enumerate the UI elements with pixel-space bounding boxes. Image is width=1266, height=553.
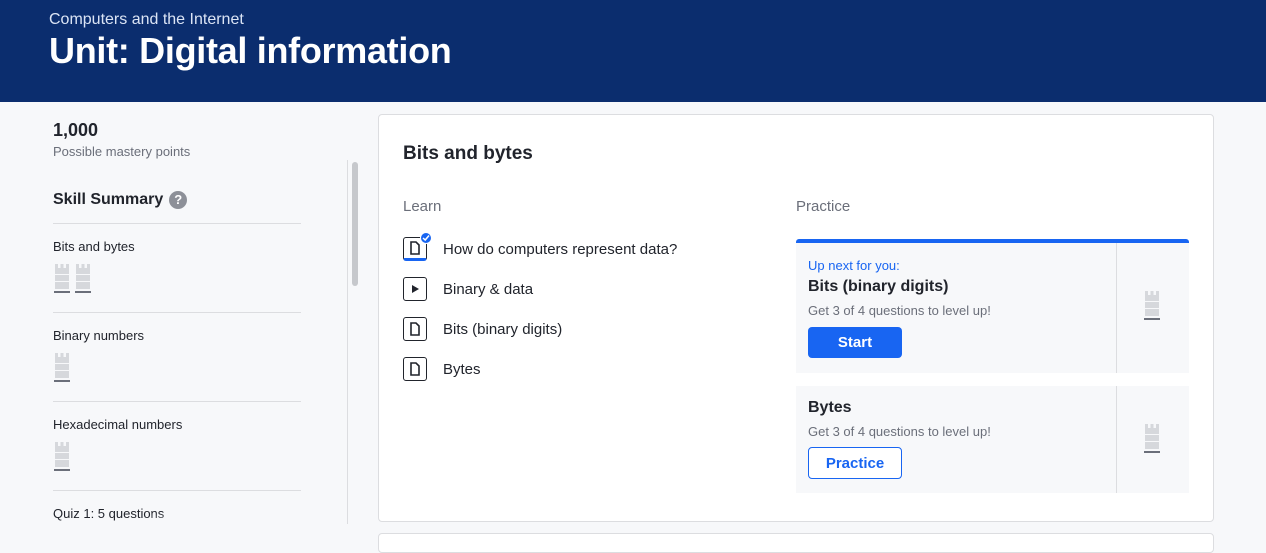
- article-icon: [403, 357, 427, 381]
- sidebar-scrollbar-thumb[interactable]: [352, 162, 358, 286]
- learn-column-label: Learn: [403, 198, 442, 215]
- skill-summary-heading: Skill Summary ?: [53, 191, 188, 209]
- mastery-points-label: Possible mastery points: [53, 144, 191, 159]
- skill-item-bits-and-bytes[interactable]: Bits and bytes: [53, 239, 135, 254]
- mastery-icons: [54, 351, 70, 383]
- mastery-tower-icon[interactable]: [54, 351, 70, 383]
- mastery-points-value: 1,000: [53, 120, 99, 140]
- learn-item-bytes[interactable]: Bytes: [403, 357, 481, 381]
- exercise-subtitle: Get 3 of 4 questions to level up!: [808, 424, 991, 439]
- mastery-icons: [54, 440, 70, 472]
- skill-item-hexadecimal-numbers[interactable]: Hexadecimal numbers: [53, 417, 182, 432]
- exercise-title[interactable]: Bytes: [808, 399, 852, 417]
- article-icon: [403, 232, 432, 261]
- up-next-label: Up next for you:: [808, 258, 900, 273]
- divider: [53, 490, 301, 491]
- mastery-tower-icon[interactable]: [1144, 422, 1160, 454]
- lesson-card: Bits and bytes Learn Practice How do com…: [378, 114, 1214, 522]
- skill-item-binary-numbers[interactable]: Binary numbers: [53, 328, 144, 343]
- sidebar: 1,000 Possible mastery points Skill Summ…: [0, 102, 370, 539]
- start-button[interactable]: Start: [808, 327, 902, 358]
- learn-item-label: How do computers represent data?: [443, 240, 678, 258]
- exercise-subtitle: Get 3 of 4 questions to level up!: [808, 303, 991, 318]
- practice-card-bytes: Bytes Get 3 of 4 questions to level up! …: [796, 386, 1189, 493]
- practice-button[interactable]: Practice: [808, 447, 902, 479]
- learn-item-bits[interactable]: Bits (binary digits): [403, 317, 562, 341]
- learn-item-label: Bits (binary digits): [443, 320, 563, 338]
- skill-item-quiz-1[interactable]: Quiz 1: 5 questions: [53, 506, 164, 521]
- video-play-icon: [403, 277, 427, 301]
- lesson-title: Bits and bytes: [403, 143, 533, 164]
- sidebar-scrollbar[interactable]: [347, 160, 361, 524]
- divider: [53, 223, 301, 224]
- learn-item-label: Bytes: [443, 360, 481, 378]
- mastery-tower-icon[interactable]: [1144, 289, 1160, 321]
- divider: [53, 312, 301, 313]
- practice-up-next-card: Up next for you: Bits (binary digits) Ge…: [796, 239, 1189, 373]
- article-icon: [403, 317, 427, 341]
- mastery-tower-icon[interactable]: [54, 440, 70, 472]
- divider: [1116, 386, 1117, 493]
- practice-column-label: Practice: [796, 198, 851, 215]
- next-lesson-card: [378, 533, 1214, 553]
- learn-item-label: Binary & data: [443, 280, 534, 298]
- page-title: Unit: Digital information: [49, 30, 452, 71]
- completed-check-icon: [420, 232, 432, 244]
- unit-header: Computers and the Internet Unit: Digital…: [0, 0, 1266, 102]
- mastery-tower-icon[interactable]: [54, 262, 70, 294]
- breadcrumb-course-link[interactable]: Computers and the Internet: [49, 11, 244, 29]
- divider: [53, 401, 301, 402]
- learn-item-binary-data[interactable]: Binary & data: [403, 277, 533, 301]
- mastery-icons: [54, 262, 91, 294]
- exercise-title[interactable]: Bits (binary digits): [808, 278, 948, 296]
- scroll-fade: [150, 512, 320, 539]
- mastery-tower-icon[interactable]: [75, 262, 91, 294]
- divider: [1116, 243, 1117, 373]
- skill-summary-label: Skill Summary: [53, 191, 164, 208]
- help-circle-icon[interactable]: ?: [169, 191, 188, 209]
- learn-item-represent-data[interactable]: How do computers represent data?: [403, 232, 678, 261]
